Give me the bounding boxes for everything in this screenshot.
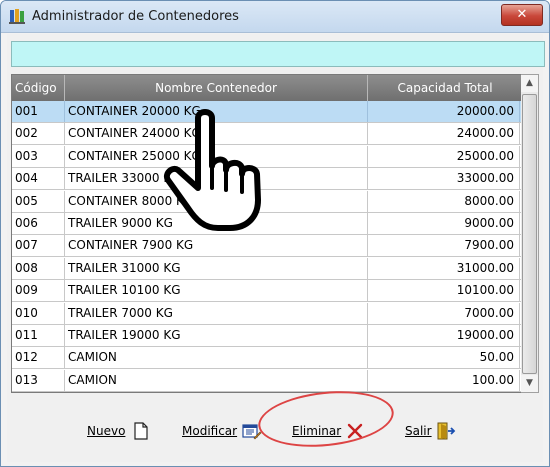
cell-capacity: 100.00 [368, 369, 520, 391]
cell-name: TRAILER 7000 KG [65, 302, 368, 324]
app-window: Administrador de Contenedores ✕ Código N… [0, 0, 550, 467]
cell-capacity: 10100.00 [368, 280, 520, 302]
exit-button-label: Salir [405, 424, 432, 438]
cell-code: 013 [12, 369, 65, 391]
table-row[interactable]: 011 TRAILER 19000 KG 19000.00 [12, 325, 522, 347]
table-row[interactable]: 013 CAMION 100.00 [12, 369, 522, 392]
cell-name: TRAILER 10100 KG [65, 280, 368, 302]
cell-name: CONTAINER 7900 KG [65, 235, 368, 257]
cell-name: CAMION [65, 347, 368, 369]
table-header: Código Nombre Contenedor Capacidad Total [12, 75, 522, 101]
cell-capacity: 50.00 [368, 347, 520, 369]
cell-code: 001 [12, 101, 65, 122]
cell-capacity: 33000.00 [368, 168, 520, 190]
cell-code: 005 [12, 190, 65, 212]
column-header-capacity[interactable]: Capacidad Total [368, 75, 522, 101]
exit-button[interactable]: Salir [405, 420, 456, 442]
content-area: Código Nombre Contenedor Capacidad Total… [7, 34, 545, 462]
cell-capacity: 25000.00 [368, 145, 520, 167]
modify-button[interactable]: Modificar [182, 420, 262, 442]
cell-capacity: 7900.00 [368, 235, 520, 257]
cell-capacity: 7000.00 [368, 302, 520, 324]
cell-code: 010 [12, 302, 65, 324]
document-icon [134, 422, 149, 440]
window-title: Administrador de Contenedores [32, 9, 239, 24]
cell-code: 003 [12, 145, 65, 167]
cell-code: 011 [12, 325, 65, 346]
table-row[interactable]: 010 TRAILER 7000 KG 7000.00 [12, 302, 522, 325]
cell-code: 006 [12, 213, 65, 234]
column-header-code[interactable]: Código [12, 75, 65, 101]
new-button-label: Nuevo [87, 424, 126, 438]
table-row[interactable]: 012 CAMION 50.00 [12, 347, 522, 370]
cell-code: 012 [12, 347, 65, 369]
cell-code: 008 [12, 257, 65, 279]
close-button[interactable]: ✕ [501, 4, 543, 26]
table-row[interactable]: 008 TRAILER 31000 KG 31000.00 [12, 257, 522, 280]
new-button[interactable]: Nuevo [87, 420, 149, 442]
cell-capacity: 20000.00 [368, 101, 520, 122]
cell-name: TRAILER 31000 KG [65, 257, 368, 279]
cell-code: 004 [12, 168, 65, 190]
cell-code: 002 [12, 123, 65, 145]
exit-door-icon [437, 422, 455, 440]
vertical-scrollbar[interactable]: ▲ ▼ [521, 74, 539, 393]
table-row[interactable]: 007 CONTAINER 7900 KG 7900.00 [12, 235, 522, 258]
column-header-name[interactable]: Nombre Contenedor [65, 75, 368, 101]
cell-code: 007 [12, 235, 65, 257]
modify-button-label: Modificar [182, 424, 238, 438]
cell-capacity: 31000.00 [368, 257, 520, 279]
title-bar[interactable]: Administrador de Contenedores ✕ [1, 1, 549, 33]
cell-capacity: 8000.00 [368, 190, 520, 212]
scroll-thumb[interactable] [522, 94, 537, 374]
scroll-up-arrow-icon[interactable]: ▲ [521, 75, 538, 92]
cell-code: 009 [12, 280, 65, 302]
cell-capacity: 9000.00 [368, 213, 520, 234]
app-icon [9, 9, 25, 24]
cell-capacity: 19000.00 [368, 325, 520, 346]
cell-capacity: 24000.00 [368, 123, 520, 145]
scroll-down-arrow-icon[interactable]: ▼ [521, 375, 538, 392]
cell-name: TRAILER 19000 KG [65, 325, 368, 346]
table-row[interactable]: 009 TRAILER 10100 KG 10100.00 [12, 280, 522, 303]
search-input[interactable] [11, 41, 545, 67]
hand-pointer-icon [164, 109, 261, 231]
cell-name: CAMION [65, 369, 368, 391]
